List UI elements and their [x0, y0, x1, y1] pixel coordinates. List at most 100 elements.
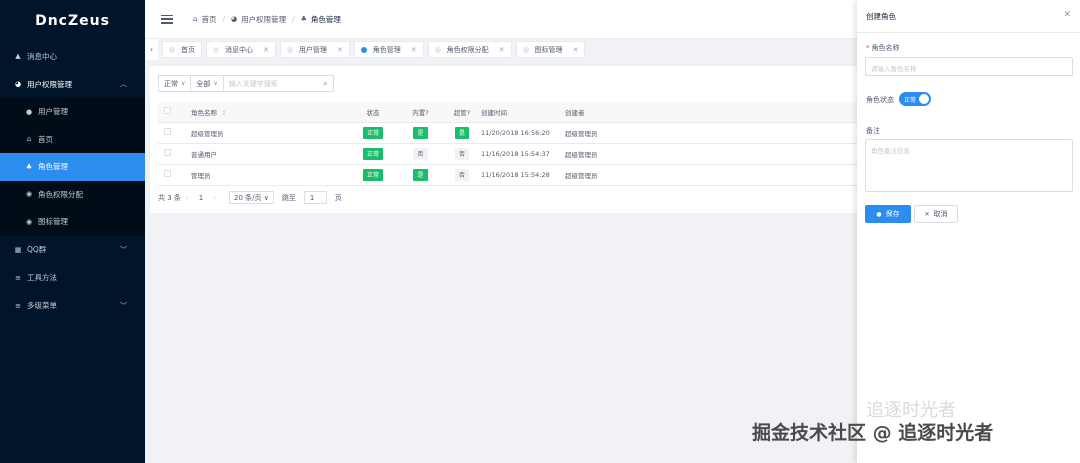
builtin-badge: 是	[413, 126, 428, 139]
scope-select[interactable]: 全部 ∨	[191, 75, 224, 92]
sidebar-item-home[interactable]: ⌂ 首页	[0, 126, 145, 154]
tab-role-assignment[interactable]: 角色权限分配 ✕	[427, 41, 512, 58]
column-header-builtin: 内置?	[398, 102, 443, 123]
row-checkbox[interactable]	[164, 128, 171, 135]
sort-icon[interactable]: ⇕	[221, 109, 226, 117]
chevron-up-icon: ︿	[120, 80, 127, 88]
cell-creator: 超级管理员	[565, 143, 857, 165]
sidebar-item-label: 工具方法	[27, 273, 57, 282]
superadmin-badge: 否	[454, 147, 469, 160]
sidebar-item-role-assignment[interactable]: ◉ 角色权限分配	[0, 181, 145, 209]
table-row[interactable]: 超级管理员 正常 是 是 11/20/2018 16:56:20 超级管理员	[158, 122, 857, 144]
role-list-card: 正常 ∨ 全部 ∨ 输入关键字搜索 ⌕ 角色名称 ⇕ 状态 内置? 超管? 创建时…	[150, 66, 857, 213]
save-button[interactable]: ● 保存	[865, 205, 911, 223]
sidebar-item-label: 角色权限分配	[38, 189, 83, 199]
icon-icon: ◉	[25, 217, 33, 226]
scope-select-value: 全部	[196, 79, 211, 88]
close-icon[interactable]: ✕	[1063, 10, 1071, 20]
table-row[interactable]: 普通用户 正常 否 否 11/16/2018 15:54:37 超级管理员	[158, 143, 857, 165]
close-icon[interactable]: ✕	[411, 46, 417, 54]
chevron-left-icon[interactable]: ‹	[145, 39, 158, 60]
chevron-left-icon[interactable]: ‹	[186, 194, 189, 202]
sidebar-item-label: 首页	[38, 134, 53, 144]
sidebar-item-multilevel[interactable]: ≡ 多级菜单 ﹀	[0, 292, 145, 320]
grid-icon: ▦	[14, 245, 22, 254]
filter-toolbar: 正常 ∨ 全部 ∨ 输入关键字搜索 ⌕	[158, 75, 334, 92]
sidebar-item-label: 用户权限管理	[27, 79, 72, 89]
sidebar-item-icon-management[interactable]: ◉ 图标管理	[0, 208, 145, 236]
tab-dot	[169, 46, 175, 53]
sidebar-item-label: 消息中心	[27, 51, 57, 61]
column-header-superadmin: 超管?	[443, 102, 481, 123]
sidebar-item-role-management[interactable]: ♣ 角色管理	[0, 153, 145, 181]
table-header-row: 角色名称 ⇕ 状态 内置? 超管? 创建时间 创建者	[158, 102, 857, 123]
column-header-created: 创建时间	[481, 102, 565, 123]
role-status-switch-text: 正常	[904, 96, 917, 104]
row-checkbox[interactable]	[164, 170, 171, 177]
role-icon: ♣	[300, 15, 307, 23]
sidebar-item-label: 多级菜单	[27, 301, 57, 310]
search-icon[interactable]: ⌕	[323, 79, 327, 89]
select-all-checkbox[interactable]	[164, 107, 171, 115]
pager-current-page[interactable]: 1	[199, 194, 203, 202]
tab-messages[interactable]: 消息中心 ✕	[206, 41, 276, 58]
cell-name: 超级管理员	[191, 122, 348, 144]
pager-jump-input[interactable]: 1	[303, 191, 327, 204]
sidebar-item-messages[interactable]: ▲ 消息中心	[0, 42, 145, 70]
cell-creator: 超级管理员	[565, 164, 857, 186]
chevron-right-icon[interactable]: ›	[213, 194, 216, 202]
role-status-switch[interactable]: 正常	[899, 92, 931, 106]
builtin-badge: 否	[413, 147, 428, 160]
sidebar-submenu: ● 用户管理 ⌂ 首页 ♣ 角色管理 ◉ 角色权限分配 ◉ 图标管理	[0, 98, 145, 236]
sidebar-item-tools[interactable]: ≡ 工具方法	[0, 264, 145, 292]
role-name-input[interactable]: 请输入角色名称	[865, 57, 1073, 76]
chevron-down-icon: ∨	[181, 80, 186, 87]
tab-home[interactable]: 首页	[162, 41, 202, 58]
close-icon[interactable]: ✕	[499, 46, 505, 54]
superadmin-badge: 否	[454, 168, 469, 181]
cell-created: 11/16/2018 15:54:37	[481, 143, 565, 165]
search-placeholder: 输入关键字搜索	[228, 79, 278, 88]
tab-label: 用户管理	[298, 45, 327, 54]
chevron-down-icon: ∨	[213, 80, 218, 87]
pager-jump-label: 跳至	[281, 193, 296, 202]
table-row[interactable]: 管理员 正常 是 否 11/16/2018 15:54:28 超级管理员	[158, 164, 857, 186]
remark-textarea[interactable]: 角色备注信息	[865, 139, 1073, 192]
role-status-label: 角色状态	[866, 96, 894, 104]
cell-name: 普通用户	[191, 143, 348, 165]
status-select[interactable]: 正常 ∨	[158, 75, 192, 92]
page-size-value: 20 条/页	[234, 193, 262, 202]
pagination: 共 3 条 ‹ 1 › 20 条/页 ∨ 跳至 1 页	[158, 191, 342, 204]
close-icon[interactable]: ✕	[263, 46, 269, 54]
chevron-down-icon: ﹀	[120, 301, 127, 310]
user-icon: ●	[25, 107, 33, 116]
column-header-name: 角色名称	[191, 108, 217, 117]
tab-label: 角色管理	[372, 45, 401, 54]
tab-dot	[522, 46, 529, 53]
search-input[interactable]: 输入关键字搜索 ⌕	[223, 75, 334, 92]
close-icon: ✕	[924, 210, 930, 218]
create-role-drawer: 创建角色 ✕ * 角色名称 请输入角色名称 角色状态 正常 备注 角色备注信息 ●…	[857, 0, 1080, 463]
row-checkbox[interactable]	[164, 149, 171, 156]
builtin-badge: 是	[413, 168, 428, 181]
close-icon[interactable]: ✕	[573, 46, 579, 54]
chevron-down-icon: ﹀	[120, 245, 127, 254]
status-badge: 正常	[362, 168, 383, 181]
sidebar-item-user-permissions[interactable]: ◕ 用户权限管理 ︿	[0, 70, 145, 98]
sidebar-item-user-management[interactable]: ● 用户管理	[0, 98, 145, 126]
column-header-creator: 创建者	[565, 102, 857, 123]
tab-user-management[interactable]: 用户管理 ✕	[279, 41, 350, 58]
cancel-button[interactable]: ✕ 取消	[914, 205, 958, 223]
hamburger-icon[interactable]	[161, 14, 173, 24]
tab-icon-management[interactable]: 图标管理 ✕	[515, 41, 586, 58]
sidebar-item-label: 角色管理	[38, 162, 68, 172]
column-header-status: 状态	[348, 102, 398, 123]
tab-role-management[interactable]: 角色管理 ✕	[353, 41, 424, 58]
sidebar-item-qq-group[interactable]: ▦ QQ群 ﹀	[0, 236, 145, 264]
breadcrumb-role-management: 角色管理	[310, 14, 341, 24]
breadcrumb-home[interactable]: 首页	[201, 14, 216, 25]
tab-dot	[434, 46, 441, 53]
page-size-select[interactable]: 20 条/页 ∨	[229, 191, 274, 204]
breadcrumb-user-permissions[interactable]: 用户权限管理	[241, 14, 286, 25]
close-icon[interactable]: ✕	[337, 46, 343, 54]
